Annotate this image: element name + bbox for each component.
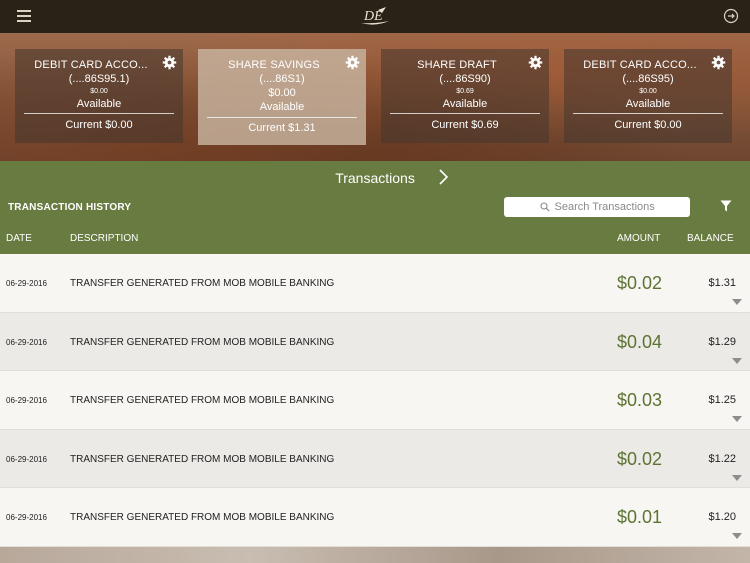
column-header-amount[interactable]: AMOUNT — [617, 233, 660, 244]
available-label: Available — [259, 101, 305, 113]
transaction-description: TRANSFER GENERATED FROM MOB MOBILE BANKI… — [70, 512, 335, 524]
transaction-date: 06-29-2016 — [6, 337, 47, 347]
chevron-down-icon[interactable] — [732, 357, 742, 364]
filter-icon[interactable] — [720, 200, 732, 212]
transaction-row[interactable]: 06-29-2016 TRANSFER GENERATED FROM MOB M… — [0, 312, 750, 372]
transaction-balance: $1.29 — [708, 335, 736, 348]
transaction-amount: $0.02 — [616, 273, 662, 293]
background-strip — [0, 547, 750, 563]
transaction-date: 06-29-2016 — [6, 279, 47, 288]
chevron-down-icon[interactable] — [732, 299, 742, 305]
chevron-right-icon[interactable] — [437, 169, 449, 185]
transaction-row[interactable]: 06-29-2016 TRANSFER GENERATED FROM MOB M… — [0, 254, 750, 313]
account-name: DEBIT CARD ACCO... — [34, 59, 148, 71]
account-balance: $0.00 — [639, 88, 657, 95]
current-balance: Current $0.00 — [614, 119, 682, 131]
account-number: (....86S1) — [259, 73, 305, 85]
account-balance: $0.69 — [456, 88, 474, 95]
account-name: DEBIT CARD ACCO... — [583, 59, 697, 71]
account-card-share-draft[interactable]: SHARE DRAFT (....86S90) $0.69 Available … — [381, 49, 549, 143]
transaction-balance: $1.25 — [708, 394, 736, 407]
search-box[interactable] — [504, 197, 690, 217]
transaction-amount: $0.01 — [616, 507, 662, 528]
transaction-description: TRANSFER GENERATED FROM MOB MOBILE BANKI… — [70, 336, 335, 348]
transaction-history-label: TRANSACTION HISTORY — [8, 202, 132, 213]
chevron-down-icon[interactable] — [732, 416, 742, 423]
transaction-list: 06-29-2016 TRANSFER GENERATED FROM MOB M… — [0, 254, 750, 547]
account-balance: $0.00 — [268, 87, 296, 99]
transaction-date: 06-29-2016 — [6, 454, 47, 464]
account-name: SHARE SAVINGS — [228, 59, 320, 71]
account-name: SHARE DRAFT — [417, 59, 497, 71]
transaction-balance: $1.20 — [708, 511, 736, 524]
account-card-debit-2[interactable]: DEBIT CARD ACCO... (....86S95) $0.00 Ava… — [564, 49, 732, 143]
transaction-date: 06-29-2016 — [6, 513, 47, 523]
account-card-share-savings[interactable]: SHARE SAVINGS (....86S1) $0.00 Available… — [198, 49, 366, 145]
transaction-description: TRANSFER GENERATED FROM MOB MOBILE BANKI… — [70, 395, 335, 407]
credit-union-logo: DE — [361, 7, 389, 25]
transaction-balance: $1.31 — [708, 277, 736, 289]
available-label: Available — [76, 98, 122, 110]
transaction-description: TRANSFER GENERATED FROM MOB MOBILE BANKI… — [70, 453, 335, 465]
accounts-carousel: DEBIT CARD ACCO... (....86S95.1) $0.00 A… — [0, 33, 750, 161]
available-label: Available — [442, 98, 488, 110]
account-number: (....86S90) — [439, 73, 491, 85]
search-input[interactable] — [554, 201, 655, 213]
gear-icon[interactable] — [711, 55, 726, 70]
transaction-row[interactable]: 06-29-2016 TRANSFER GENERATED FROM MOB M… — [0, 429, 750, 489]
transactions-header: Transactions TRANSACTION HISTORY DATE DE… — [0, 161, 750, 254]
top-bar: DE — [0, 0, 750, 33]
transaction-balance: $1.22 — [708, 452, 736, 465]
column-header-balance[interactable]: BALANCE — [687, 233, 734, 244]
account-balance: $0.00 — [90, 88, 108, 95]
account-number: (....86S95.1) — [68, 73, 130, 85]
divider — [207, 117, 357, 118]
account-number: (....86S95) — [622, 73, 674, 85]
column-header-date[interactable]: DATE — [6, 233, 32, 244]
transaction-amount: $0.04 — [616, 331, 662, 352]
transaction-amount: $0.03 — [616, 390, 662, 411]
search-icon — [539, 202, 550, 212]
hamburger-menu-icon[interactable] — [17, 10, 31, 22]
current-balance: Current $0.69 — [431, 119, 499, 131]
account-card-debit-1[interactable]: DEBIT CARD ACCO... (....86S95.1) $0.00 A… — [15, 49, 183, 143]
gear-icon[interactable] — [528, 55, 543, 70]
available-label: Available — [625, 98, 671, 110]
transaction-row[interactable]: 06-29-2016 TRANSFER GENERATED FROM MOB M… — [0, 371, 750, 430]
divider — [573, 113, 723, 114]
gear-icon[interactable] — [345, 55, 360, 70]
chevron-down-icon[interactable] — [732, 533, 742, 540]
transaction-row[interactable]: 06-29-2016 TRANSFER GENERATED FROM MOB M… — [0, 488, 750, 547]
divider — [390, 113, 540, 114]
column-header-description[interactable]: DESCRIPTION — [70, 233, 138, 244]
current-balance: Current $1.31 — [248, 122, 316, 134]
transactions-title: Transactions — [335, 170, 415, 186]
current-balance: Current $0.00 — [65, 119, 133, 131]
gear-icon[interactable] — [162, 55, 177, 70]
transaction-amount: $0.02 — [616, 448, 662, 469]
logout-icon[interactable] — [723, 8, 739, 24]
chevron-down-icon[interactable] — [732, 474, 742, 481]
transaction-description: TRANSFER GENERATED FROM MOB MOBILE BANKI… — [70, 278, 335, 289]
divider — [24, 113, 174, 114]
transaction-date: 06-29-2016 — [6, 396, 47, 406]
